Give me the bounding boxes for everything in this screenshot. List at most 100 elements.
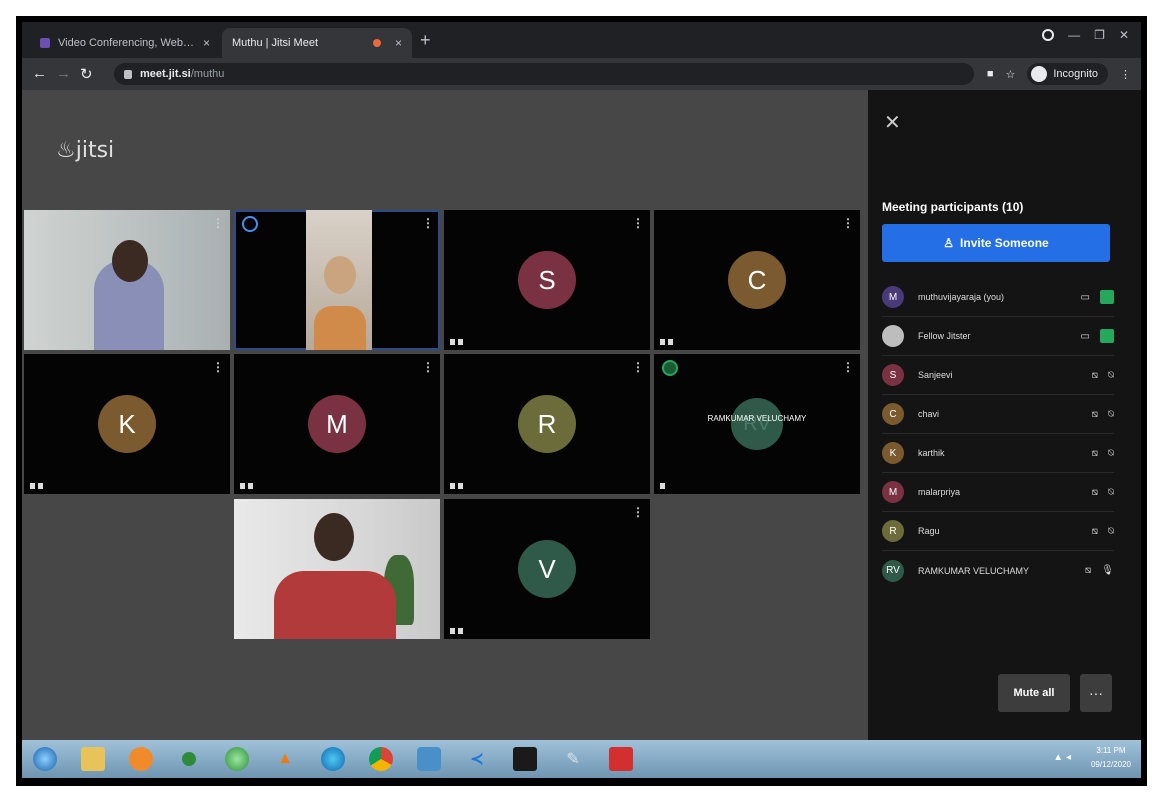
tab-video-conferencing[interactable]: Video Conferencing, Web Confe × (30, 28, 220, 58)
mic-on-icon (1100, 329, 1114, 343)
tile-menu-icon[interactable]: ⋮ (632, 505, 644, 519)
mic-off-icon: ⍉ (1108, 486, 1114, 498)
video-tile-camera-user[interactable] (234, 499, 440, 639)
terminal-icon (513, 747, 537, 771)
invite-someone-button[interactable]: ♙ Invite Someone (882, 224, 1110, 262)
list-item[interactable]: M malarpriya ⧅ ⍉ (882, 473, 1114, 512)
forward-arrow-icon[interactable]: → (56, 65, 71, 82)
tile-menu-icon[interactable]: ⋮ (842, 360, 854, 374)
new-tab-icon[interactable]: + (420, 30, 431, 51)
list-item[interactable]: Fellow Jitster ▭ (882, 317, 1114, 356)
taskbar-app[interactable] (410, 743, 448, 775)
participant-name: chavi (918, 409, 940, 419)
windows-taskbar: ▲ ≺ ✎ ▲ ◂ 3:11 PM 09/12/2020 (22, 740, 1141, 778)
pen-icon: ✎ (566, 751, 580, 768)
list-item[interactable]: R Ragu ⧅ ⍉ (882, 512, 1114, 551)
tile-menu-icon[interactable]: ⋮ (422, 216, 434, 230)
participant-name: muthuvijayaraja (you) (918, 292, 1005, 302)
person-head (112, 240, 148, 282)
window-controls: — ❐ ✕ (1042, 28, 1129, 42)
avatar: S (882, 364, 904, 386)
participant-media-icons: ⧅ ⍉ (1092, 526, 1114, 537)
taskbar-explorer[interactable] (74, 743, 112, 775)
mic-off-icon: ⍉ (1108, 447, 1114, 459)
avatar (882, 325, 904, 347)
back-arrow-icon[interactable]: ← (32, 65, 47, 82)
restore-icon[interactable]: ❐ (1094, 28, 1105, 42)
video-off-icon: ⧅ (1091, 369, 1098, 381)
list-item[interactable]: K karthik ⧅ ⍉ (882, 434, 1114, 473)
list-item[interactable]: M muthuvijayaraja (you) ▭ (882, 278, 1114, 317)
video-tile-fellow-jitster[interactable]: ⋮ (234, 210, 440, 350)
address-bar[interactable]: meet.jit.si /muthu (114, 63, 974, 85)
tile-menu-icon[interactable]: ⋮ (632, 216, 644, 230)
edge-icon (321, 747, 345, 771)
tile-menu-icon[interactable]: ⋮ (632, 360, 644, 374)
person-head (324, 256, 356, 294)
video-tile-r[interactable]: R ⋮ (444, 354, 650, 494)
participants-pane: ✕ Meeting participants (10) ♙ Invite Som… (868, 90, 1141, 740)
video-tile-v[interactable]: V ⋮ (444, 499, 650, 639)
tile-menu-icon[interactable]: ⋮ (212, 360, 224, 374)
avatar: R (518, 395, 576, 453)
reload-icon[interactable]: ↻ (80, 65, 93, 83)
video-tile-m[interactable]: M ⋮ (234, 354, 440, 494)
avatar: RV (731, 398, 783, 450)
acrobat-icon (609, 747, 633, 771)
list-item[interactable]: RV RAMKUMAR VELUCHAMY ⧅ 🎙 (882, 551, 1114, 590)
video-tile-c[interactable]: C ⋮ (654, 210, 860, 350)
close-window-icon[interactable]: ✕ (1119, 28, 1129, 42)
taskbar-terminal[interactable] (506, 743, 544, 775)
menu-kebab-icon[interactable]: ⋮ (1120, 68, 1131, 81)
taskbar-vlc[interactable]: ▲ (266, 743, 304, 775)
tile-menu-icon[interactable]: ⋮ (212, 216, 224, 230)
taskbar-editor[interactable]: ✎ (554, 743, 592, 775)
camera-indicator-icon[interactable]: ■ (987, 68, 994, 80)
list-item[interactable]: C chavi ⧅ ⍉ (882, 395, 1114, 434)
tab-muthu-jitsi[interactable]: Muthu | Jitsi Meet × (222, 28, 412, 58)
participant-name: RAMKUMAR VELUCHAMY (918, 565, 1030, 576)
network-icon (182, 752, 196, 766)
taskbar-vscode[interactable]: ≺ (458, 743, 496, 775)
more-options-button[interactable]: ··· (1080, 674, 1112, 712)
video-tile-k[interactable]: K ⋮ (24, 354, 230, 494)
tile-menu-icon[interactable]: ⋮ (842, 216, 854, 230)
taskbar-chrome-old[interactable] (218, 743, 256, 775)
participant-name: karthik (918, 448, 945, 458)
taskbar-acrobat[interactable] (602, 743, 640, 775)
taskbar-edge[interactable] (314, 743, 352, 775)
video-off-icon: ⧅ (1084, 565, 1092, 576)
incognito-badge[interactable]: Incognito (1027, 63, 1108, 85)
speaker-indicator-icon (662, 360, 678, 376)
browser-tab-bar: Video Conferencing, Web Confe × Muthu | … (22, 22, 1141, 58)
start-button[interactable] (26, 743, 64, 775)
list-item[interactable]: S Sanjeevi ⧅ ⍉ (882, 356, 1114, 395)
mute-all-button[interactable]: Mute all (998, 674, 1070, 712)
tab-title: Muthu | Jitsi Meet (232, 37, 318, 49)
close-tab-icon[interactable]: × (203, 36, 210, 50)
mic-off-icon: ⍉ (1108, 408, 1114, 420)
avatar: R (882, 520, 904, 542)
bookmark-star-icon[interactable]: ☆ (1005, 68, 1015, 81)
vscode-icon: ≺ (470, 751, 484, 768)
video-tile-s[interactable]: S ⋮ (444, 210, 650, 350)
close-tab-icon[interactable]: × (395, 36, 402, 50)
system-tray-icons[interactable]: ▲ ◂ (1053, 752, 1071, 763)
video-on-icon: ▭ (1080, 330, 1090, 342)
video-off-icon: ⧅ (1091, 408, 1098, 420)
minimize-icon[interactable]: — (1068, 28, 1080, 42)
mic-on-icon (1100, 290, 1114, 304)
taskbar-chrome[interactable] (362, 743, 400, 775)
avatar: RV (882, 559, 904, 582)
video-tile-muthuvijayaraja[interactable]: ⋮ (24, 210, 230, 350)
video-tile-rv[interactable]: RV RAMKUMAR VELUCHAMY ⋮ (654, 354, 860, 494)
tile-menu-icon[interactable]: ⋮ (422, 360, 434, 374)
taskbar-network[interactable] (170, 743, 208, 775)
system-clock[interactable]: 3:11 PM 09/12/2020 (1091, 744, 1131, 772)
person-body (314, 306, 366, 350)
tab-title: Video Conferencing, Web Confe (58, 37, 197, 49)
profile-circle-icon[interactable] (1042, 29, 1055, 41)
close-pane-icon[interactable]: ✕ (884, 110, 901, 135)
participant-name: Sanjeevi (918, 370, 953, 380)
taskbar-media-player[interactable] (122, 743, 160, 775)
